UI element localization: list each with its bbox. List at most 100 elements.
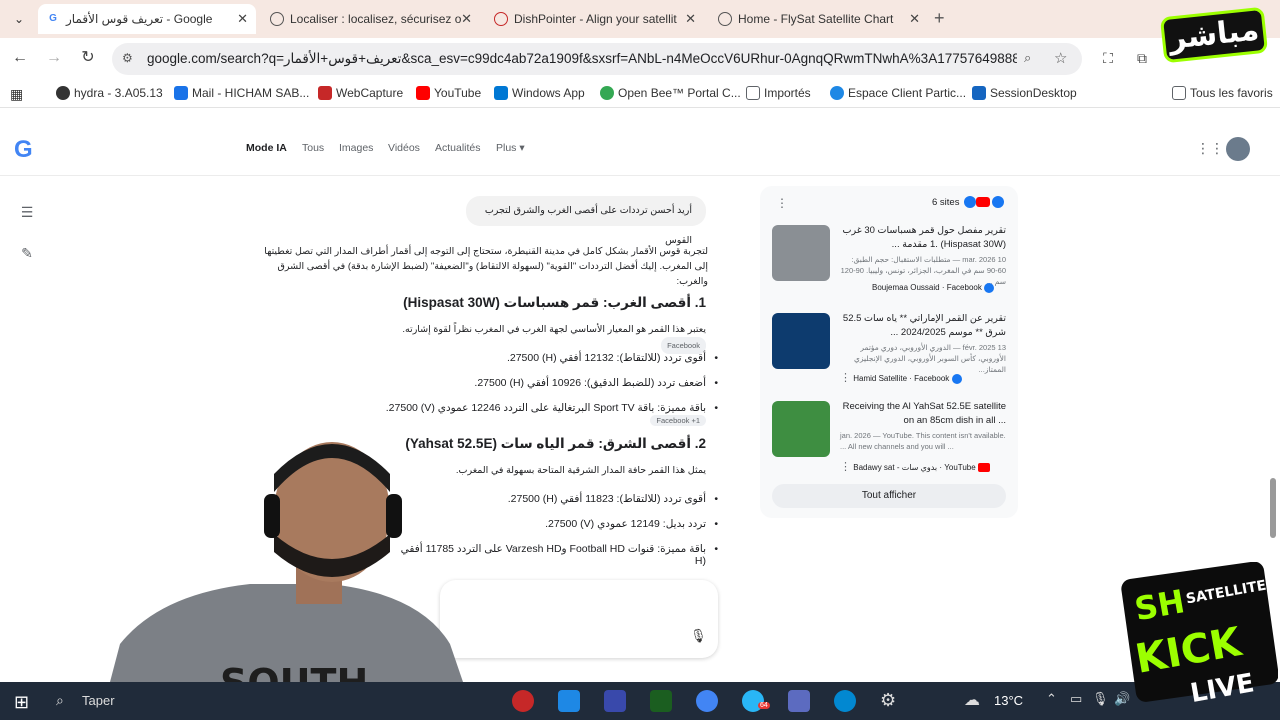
chrome-icon[interactable] [696, 690, 718, 712]
google-apps-icon[interactable]: ⋮⋮ [1196, 140, 1224, 157]
tab-search-button[interactable]: ⌄ [8, 8, 30, 30]
list-item: أضعف تردد (للضبط الدقيق): 10926 أفقي (H)… [400, 377, 718, 389]
back-arrow-icon[interactable]: ← [10, 48, 30, 68]
bookmark-mail[interactable]: Mail - HICHAM SAB... [174, 86, 309, 100]
tab-localiser[interactable]: Localiser : localisez, sécurisez o ✕ [262, 4, 480, 34]
windows-taskbar: ⊞ ⌕ Taper 64 ⚙ ☁ 13°C ⌃ ▭ 🎙 🔊 [0, 682, 1280, 720]
globe-icon [270, 12, 284, 26]
tab-mode-ia[interactable]: Mode IA [246, 142, 287, 154]
apps-grid-icon[interactable]: ▦ [10, 86, 23, 103]
source-name: Boujemaa Oussaid · Facebook [840, 283, 1006, 293]
tab-actualites[interactable]: Actualités [435, 142, 481, 154]
tab-plus-label: Plus [496, 142, 517, 154]
tab-videos[interactable]: Vidéos [388, 142, 420, 154]
tab-plus[interactable]: Plus ▾ [496, 142, 525, 154]
bookmark-youtube[interactable]: YouTube [416, 86, 481, 100]
openbee-icon [600, 86, 614, 100]
user-prompt-bubble: أريد أحسن ترددات على أقصى الغرب والشرق ل… [466, 196, 706, 246]
tab-title: Localiser : localisez, sécurisez o [290, 12, 462, 26]
tab-title: تعريف قوس الأقمار - Google [66, 12, 213, 26]
folder-icon [1172, 86, 1186, 100]
youtube-icon [976, 197, 990, 207]
bookmark-all-favorites[interactable]: Tous les favoris [1172, 86, 1273, 100]
forward-arrow-icon[interactable]: → [44, 48, 64, 68]
excel-icon[interactable] [650, 690, 672, 712]
temperature[interactable]: 13°C [994, 693, 1023, 708]
calculator-icon[interactable] [604, 690, 626, 712]
address-bar[interactable]: ⚙ google.com/search?q=تعريف+قوس+الأقمار&… [112, 43, 1082, 75]
taskbar-app-icon[interactable] [558, 690, 580, 712]
tab-close-icon[interactable]: ✕ [685, 4, 696, 34]
google-favicon-icon: G [49, 13, 57, 24]
history-icon[interactable]: ☰ [18, 204, 36, 222]
dishpointer-icon [494, 12, 508, 26]
url-text[interactable]: google.com/search?q=تعريف+قوس+الأقمار&sc… [147, 43, 1017, 75]
section-title-west: 1. أقصى الغرب: قمر هسباسات (Hispasat 30W… [403, 295, 706, 310]
weather-cloud-icon[interactable]: ☁ [964, 690, 980, 710]
tab-flysat[interactable]: Home - FlySat Satellite Chart ✕ [710, 4, 928, 34]
source-title[interactable]: تقرير مفصل حول قمر هسباسات 30 غرب (Hispa… [840, 224, 1006, 252]
more-options-icon[interactable]: ⋮ [840, 461, 851, 473]
windows-start-icon[interactable]: ⊞ [14, 692, 29, 713]
answer-intro: لتجربة قوس الأقمار بشكل كامل في مدينة ال… [264, 246, 708, 287]
browser-tab-bar: ⌄ G تعريف قوس الأقمار - Google ✕ Localis… [0, 0, 1280, 38]
extensions-icon[interactable]: ⧉ [1132, 48, 1152, 68]
microphone-icon[interactable]: 🎙 [690, 628, 707, 644]
bookmark-label: SessionDesktop [990, 86, 1077, 100]
new-tab-button[interactable]: + [934, 8, 945, 29]
source-title[interactable]: Receiving the Al YahSat 52.5E satellite … [840, 400, 1006, 428]
source-name-text: Badawy sat - بدوي سات · YouTube [853, 463, 976, 472]
network-icon[interactable]: ▭ [1070, 691, 1082, 707]
facebook-icon [992, 196, 1004, 208]
screenshot-icon[interactable]: ⛶ [1098, 48, 1118, 68]
microphone-icon[interactable]: 🎙 [1092, 691, 1109, 707]
webcam-presenter-image: SOUTH [100, 442, 476, 720]
more-options-icon[interactable]: ⋮ [840, 372, 851, 384]
search-lens-icon[interactable]: ⌕ [1024, 50, 1031, 66]
google-logo[interactable]: G [14, 136, 33, 164]
settings-gear-icon[interactable]: ⚙ [880, 690, 896, 711]
edge-icon[interactable] [834, 690, 856, 712]
tab-images[interactable]: Images [339, 142, 373, 154]
reload-icon[interactable]: ↻ [78, 48, 98, 68]
more-options-icon[interactable]: ⋮ [776, 196, 788, 210]
bookmark-openbee[interactable]: Open Bee™ Portal C... [600, 86, 741, 100]
bookmark-label: Importés [764, 86, 811, 100]
bookmark-espace-client[interactable]: Espace Client Partic... [830, 86, 966, 100]
tab-close-icon[interactable]: ✕ [461, 4, 472, 34]
windows-icon [494, 86, 508, 100]
site-info-icon[interactable]: ⚙ [122, 51, 133, 65]
page-scrollbar[interactable] [1270, 478, 1276, 538]
sites-count[interactable]: 6 sites [932, 197, 959, 208]
source-title[interactable]: تقرير عن القمر الإماراتي ** ياه سات 52.5… [840, 312, 1006, 340]
bookmark-label: Open Bee™ Portal C... [618, 86, 741, 100]
bookmark-sessiondesktop[interactable]: SessionDesktop [972, 86, 1077, 100]
source-name-text: Hamid Satellite · Facebook [853, 374, 950, 383]
list-item-text: باقة مميزة: باقة Sport TV البرتغالية على… [385, 402, 706, 414]
ask-followup-box[interactable]: 🎙 [440, 580, 718, 658]
bookmark-label: WebCapture [336, 86, 404, 100]
tab-tous[interactable]: Tous [302, 142, 324, 154]
source-snippet: jan. 2026 — YouTube. This content isn't … [840, 431, 1006, 451]
tab-close-icon[interactable]: ✕ [909, 4, 920, 34]
avatar[interactable] [1226, 137, 1250, 161]
facebook-icon [964, 196, 976, 208]
tray-chevron-icon[interactable]: ⌃ [1046, 691, 1057, 707]
satellite-app-icon[interactable] [788, 690, 810, 712]
folder-icon [746, 86, 760, 100]
show-all-button[interactable]: Tout afficher [772, 484, 1006, 508]
tab-google-search[interactable]: G تعريف قوس الأقمار - Google ✕ [38, 4, 256, 34]
new-chat-icon[interactable]: ✎ [18, 245, 36, 263]
facebook-icon [951, 373, 962, 384]
tab-close-icon[interactable]: ✕ [237, 4, 248, 34]
taskbar-search-input[interactable]: Taper [82, 693, 115, 708]
bookmark-star-icon[interactable]: ☆ [1054, 49, 1067, 67]
bookmark-hydra[interactable]: hydra - 3.A05.13 [56, 86, 163, 100]
bookmark-windows-app[interactable]: Windows App [494, 86, 585, 100]
bookmark-folder-importes[interactable]: Importés [746, 86, 811, 100]
source-chip-facebook[interactable]: Facebook +1 [650, 415, 706, 426]
taskbar-app-icon[interactable] [512, 690, 534, 712]
bookmark-webcapture[interactable]: WebCapture [318, 86, 403, 100]
tab-dishpointer[interactable]: DishPointer - Align your satellit ✕ [486, 4, 704, 34]
search-icon[interactable]: ⌕ [56, 692, 64, 709]
